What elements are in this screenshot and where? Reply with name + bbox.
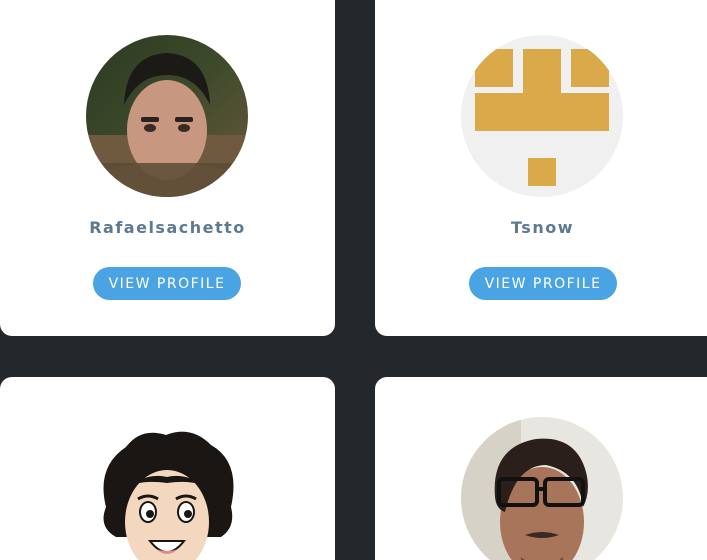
profile-card (375, 377, 707, 560)
view-profile-button[interactable]: VIEW PROFILE (469, 267, 617, 300)
username: Tsnow (511, 218, 574, 237)
username: Rafaelsachetto (89, 218, 246, 237)
identicon-icon (461, 35, 623, 197)
avatar (86, 417, 248, 560)
avatar-photo-icon (86, 35, 248, 197)
profile-card: Rafaelsachetto VIEW PROFILE (0, 0, 335, 336)
avatar (86, 35, 248, 197)
avatar (461, 417, 623, 560)
profile-card (0, 377, 335, 560)
cartoon-avatar-icon (86, 417, 248, 560)
profile-card: Tsnow VIEW PROFILE (375, 0, 707, 336)
avatar (461, 35, 623, 197)
avatar-photo-icon (461, 417, 623, 560)
profile-grid: Rafaelsachetto VIEW PROFILE Tsnow VIEW P… (0, 0, 707, 560)
view-profile-button[interactable]: VIEW PROFILE (93, 267, 241, 300)
